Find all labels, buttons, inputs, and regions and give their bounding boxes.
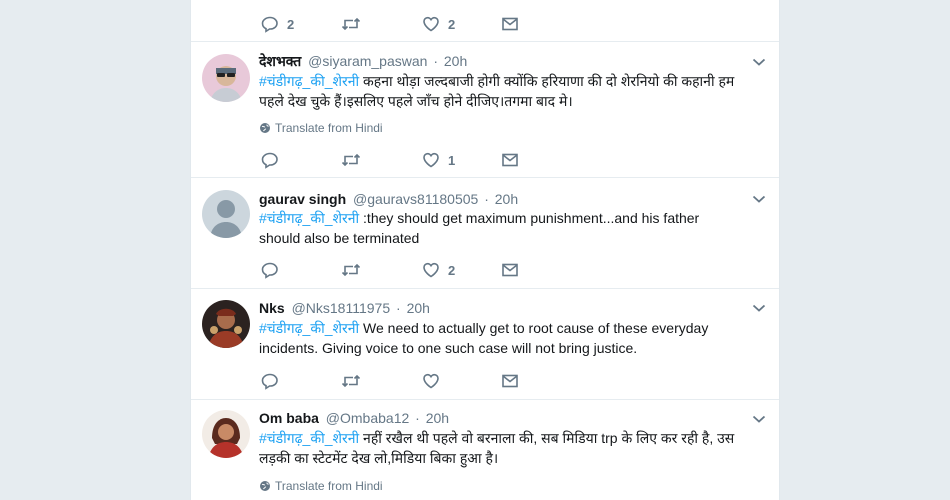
like-count: 2: [448, 16, 456, 32]
separator: ·: [484, 191, 489, 207]
user-name[interactable]: देशभक्त: [259, 53, 301, 69]
retweet-button[interactable]: [341, 15, 369, 33]
like-button[interactable]: 1: [422, 151, 455, 169]
tweet-0[interactable]: 2 2: [191, 0, 779, 42]
heart-icon: [423, 262, 439, 278]
user-name[interactable]: gaurav singh: [259, 191, 346, 207]
chevron-down-icon[interactable]: [752, 194, 766, 204]
translate-link[interactable]: Translate from Hindi: [259, 479, 383, 493]
direct-message-button[interactable]: [501, 151, 519, 169]
translate-link[interactable]: Translate from Hindi: [259, 121, 383, 135]
retweet-icon: [341, 17, 361, 31]
like-count: 2: [448, 262, 456, 278]
tweet-text: #चंडीगढ़_की_शेरनी We need to actually ge…: [259, 318, 744, 358]
avatar[interactable]: [202, 410, 250, 458]
hashtag-link[interactable]: #चंडीगढ़_की_शेरनी: [259, 320, 359, 336]
tweet-4[interactable]: Om baba @Ombaba12 · 20h #चंडीगढ़_की_शेरन…: [191, 400, 779, 500]
reply-icon: [261, 373, 278, 390]
tweet-actions: 2: [259, 261, 559, 279]
avatar[interactable]: [202, 190, 250, 238]
envelope-icon: [502, 153, 518, 167]
tweet-header: देशभक्त @siyaram_paswan · 20h: [259, 52, 467, 70]
chevron-down-icon[interactable]: [752, 57, 766, 67]
retweet-button[interactable]: [341, 372, 369, 390]
separator: ·: [415, 410, 420, 426]
tweet-text: #चंडीगढ़_की_शेरनी कहना थोड़ा जल्दबाजी हो…: [259, 71, 744, 111]
translate-label: Translate from Hindi: [275, 121, 383, 135]
reply-icon: [261, 16, 278, 33]
separator: ·: [396, 300, 401, 316]
retweet-icon: [341, 374, 361, 388]
direct-message-button[interactable]: [501, 372, 519, 390]
user-handle[interactable]: @Nks18111975: [292, 300, 391, 316]
tweet-timestamp[interactable]: 20h: [426, 410, 449, 426]
translate-label: Translate from Hindi: [275, 479, 383, 493]
tweet-1[interactable]: देशभक्त @siyaram_paswan · 20h #चंडीगढ़_क…: [191, 42, 779, 178]
user-handle[interactable]: @siyaram_paswan: [308, 53, 427, 69]
tweet-2[interactable]: gaurav singh @gauravs81180505 · 20h #चंड…: [191, 178, 779, 289]
chevron-down-icon[interactable]: [752, 414, 766, 424]
heart-icon: [423, 152, 439, 168]
reply-icon: [261, 262, 278, 279]
like-button[interactable]: [422, 372, 448, 390]
retweet-button[interactable]: [341, 151, 369, 169]
globe-icon: [260, 123, 270, 133]
retweet-icon: [341, 153, 361, 167]
like-button[interactable]: 2: [422, 15, 455, 33]
user-handle[interactable]: @Ombaba12: [326, 410, 409, 426]
like-count: 1: [448, 152, 456, 168]
tweet-timestamp[interactable]: 20h: [407, 300, 430, 316]
tweet-actions: 2 2: [259, 15, 559, 33]
user-name[interactable]: Nks: [259, 300, 285, 316]
reply-button[interactable]: [261, 151, 287, 169]
tweet-text: #चंडीगढ़_की_शेरनी नहीं रखैल थी पहले वो ब…: [259, 428, 744, 468]
reply-count: 2: [287, 16, 295, 32]
tweet-timestamp[interactable]: 20h: [444, 53, 467, 69]
envelope-icon: [502, 263, 518, 277]
retweet-button[interactable]: [341, 261, 369, 279]
avatar[interactable]: [202, 300, 250, 348]
direct-message-button[interactable]: [501, 15, 519, 33]
hashtag-link[interactable]: #चंडीगढ़_की_शेरनी: [259, 210, 359, 226]
timeline: 2 2 देशभक्त @siyaram_paswan · 20h #चंडीग…: [190, 0, 780, 500]
reply-button[interactable]: [261, 372, 287, 390]
hashtag-link[interactable]: #चंडीगढ़_की_शेरनी: [259, 430, 359, 446]
avatar[interactable]: [202, 54, 250, 102]
retweet-icon: [341, 263, 361, 277]
reply-button[interactable]: 2: [261, 15, 294, 33]
hashtag-link[interactable]: #चंडीगढ़_की_शेरनी: [259, 73, 359, 89]
chevron-down-icon[interactable]: [752, 303, 766, 313]
globe-icon: [260, 481, 270, 491]
reply-button[interactable]: [261, 261, 287, 279]
envelope-icon: [502, 374, 518, 388]
direct-message-button[interactable]: [501, 261, 519, 279]
user-name[interactable]: Om baba: [259, 410, 319, 426]
tweet-text: #चंडीगढ़_की_शेरनी :they should get maxim…: [259, 208, 744, 248]
tweet-timestamp[interactable]: 20h: [495, 191, 518, 207]
like-button[interactable]: 2: [422, 261, 455, 279]
tweet-actions: 1: [259, 151, 559, 169]
tweet-header: gaurav singh @gauravs81180505 · 20h: [259, 190, 518, 208]
heart-icon: [423, 16, 439, 32]
separator: ·: [433, 53, 438, 69]
tweet-actions: [259, 372, 559, 390]
user-handle[interactable]: @gauravs81180505: [353, 191, 478, 207]
envelope-icon: [502, 17, 518, 31]
tweet-header: Nks @Nks18111975 · 20h: [259, 299, 430, 317]
tweet-3[interactable]: Nks @Nks18111975 · 20h #चंडीगढ़_की_शेरनी…: [191, 289, 779, 400]
heart-icon: [423, 373, 439, 389]
tweet-header: Om baba @Ombaba12 · 20h: [259, 409, 449, 427]
reply-icon: [261, 152, 278, 169]
